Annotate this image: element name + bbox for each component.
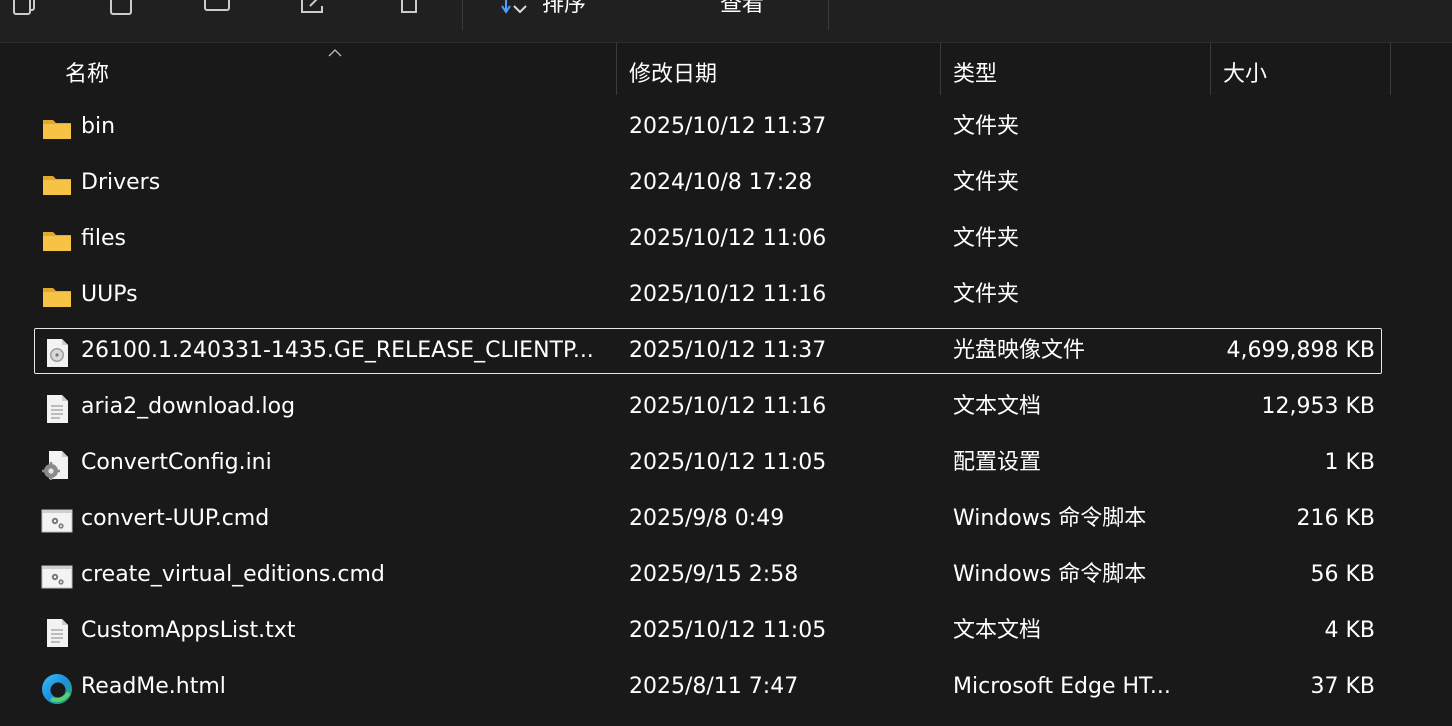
- file-name: ReadMe.html: [81, 674, 226, 699]
- chevron-down-icon: [782, 0, 794, 10]
- folder-icon: [41, 281, 73, 313]
- file-name: Drivers: [81, 170, 161, 195]
- file-type: 文本文档: [953, 618, 1042, 643]
- file-type: Microsoft Edge HT...: [953, 674, 1171, 699]
- column-header-date[interactable]: 修改日期: [629, 56, 717, 88]
- text-file-icon: [41, 393, 73, 425]
- cmd-script-icon: [41, 505, 73, 537]
- file-type: Windows 命令脚本: [953, 562, 1147, 587]
- column-divider[interactable]: [1390, 43, 1391, 95]
- file-name: convert-UUP.cmd: [81, 506, 270, 531]
- rename-icon[interactable]: [202, 0, 232, 22]
- column-header: 名称 修改日期 类型 大小: [0, 43, 1452, 95]
- file-row[interactable]: 26100.1.240331-1435.GE_RELEASE_CLIENTP..…: [34, 328, 1382, 374]
- file-size: 37 KB: [1310, 674, 1375, 699]
- config-file-icon: [41, 449, 73, 481]
- file-type: 光盘映像文件: [953, 338, 1086, 363]
- file-row[interactable]: aria2_download.log 2025/10/12 11:16 文本文档 12…: [34, 384, 1382, 430]
- file-modified-date: 2025/9/15 2:58: [629, 562, 799, 587]
- file-modified-date: 2025/10/12 11:06: [629, 226, 827, 251]
- file-size: 56 KB: [1310, 562, 1375, 587]
- column-header-type[interactable]: 类型: [953, 56, 997, 88]
- file-row[interactable]: CustomAppsList.txt 2025/10/12 11:05 文本文档 4 …: [34, 608, 1382, 654]
- file-size: 1 KB: [1324, 450, 1375, 475]
- file-row[interactable]: UUPs 2025/10/12 11:16 文件夹: [34, 272, 1382, 318]
- column-header-size[interactable]: 大小: [1223, 56, 1267, 88]
- file-modified-date: 2025/10/12 11:16: [629, 394, 827, 419]
- file-type: 文件夹: [953, 114, 1020, 139]
- file-explorer-window: 排序 查看 ··· 名称 修改日期 类型 大小 bin 2025/10/12 11…: [0, 0, 1452, 726]
- paste-icon[interactable]: [106, 0, 136, 22]
- sort-icon[interactable]: [500, 0, 530, 22]
- file-modified-date: 2025/10/12 11:37: [629, 338, 827, 363]
- sort-button[interactable]: 排序: [542, 0, 586, 18]
- file-size: 12,953 KB: [1261, 394, 1376, 419]
- file-type: 文件夹: [953, 226, 1020, 251]
- column-divider[interactable]: [616, 43, 617, 95]
- copy-icon[interactable]: [10, 0, 40, 22]
- more-options-button[interactable]: ···: [860, 0, 886, 6]
- share-icon[interactable]: [298, 0, 328, 22]
- file-name: files: [81, 226, 126, 251]
- view-button[interactable]: 查看: [720, 0, 764, 18]
- column-divider[interactable]: [940, 43, 941, 95]
- file-row[interactable]: Drivers 2024/10/8 17:28 文件夹: [34, 160, 1382, 206]
- folder-icon: [41, 169, 73, 201]
- file-name: ConvertConfig.ini: [81, 450, 272, 475]
- file-row[interactable]: create_virtual_editions.cmd 2025/9/15 2:5…: [34, 552, 1382, 598]
- file-row[interactable]: files 2025/10/12 11:06 文件夹: [34, 216, 1382, 262]
- file-name: bin: [81, 114, 116, 139]
- file-type: 文本文档: [953, 394, 1042, 419]
- chevron-down-icon: [604, 0, 616, 10]
- sort-ascending-icon: [327, 43, 343, 62]
- toolbar-divider: [828, 0, 829, 30]
- text-file-icon: [41, 617, 73, 649]
- file-row[interactable]: ConvertConfig.ini 2025/10/12 11:05 配置设置 1 K…: [34, 440, 1382, 486]
- file-name: create_virtual_editions.cmd: [81, 562, 385, 587]
- file-size: 4 KB: [1324, 618, 1375, 643]
- file-size: 216 KB: [1296, 506, 1375, 531]
- file-row[interactable]: bin 2025/10/12 11:37 文件夹: [34, 104, 1382, 150]
- column-header-name[interactable]: 名称: [65, 56, 109, 88]
- file-name: aria2_download.log: [81, 394, 296, 419]
- file-modified-date: 2025/10/12 11:05: [629, 450, 827, 475]
- file-type: Windows 命令脚本: [953, 506, 1147, 531]
- folder-icon: [41, 113, 73, 145]
- file-modified-date: 2025/10/12 11:05: [629, 618, 827, 643]
- file-modified-date: 2025/8/11 7:47: [629, 674, 799, 699]
- toolbar-divider: [462, 0, 463, 30]
- edge-icon: [41, 673, 73, 705]
- delete-icon[interactable]: [394, 0, 424, 22]
- cmd-script-icon: [41, 561, 73, 593]
- file-size: 4,699,898 KB: [1226, 338, 1375, 363]
- column-divider[interactable]: [1210, 43, 1211, 95]
- file-modified-date: 2025/9/8 0:49: [629, 506, 785, 531]
- file-type: 配置设置: [953, 450, 1042, 475]
- disc-image-icon: [41, 337, 73, 369]
- file-modified-date: 2025/10/12 11:37: [629, 114, 827, 139]
- file-row[interactable]: ReadMe.html 2025/8/11 7:47 Microsoft Edge …: [34, 664, 1382, 710]
- command-bar: 排序 查看 ···: [0, 0, 1452, 43]
- file-modified-date: 2024/10/8 17:28: [629, 170, 813, 195]
- view-icon[interactable]: [672, 0, 706, 22]
- file-modified-date: 2025/10/12 11:16: [629, 282, 827, 307]
- folder-icon: [41, 225, 73, 257]
- file-row[interactable]: convert-UUP.cmd 2025/9/8 0:49 Windows 命令脚本…: [34, 496, 1382, 542]
- file-name: UUPs: [81, 282, 138, 307]
- file-name: CustomAppsList.txt: [81, 618, 296, 643]
- file-name: 26100.1.240331-1435.GE_RELEASE_CLIENTP..…: [81, 338, 594, 363]
- file-type: 文件夹: [953, 170, 1020, 195]
- file-type: 文件夹: [953, 282, 1020, 307]
